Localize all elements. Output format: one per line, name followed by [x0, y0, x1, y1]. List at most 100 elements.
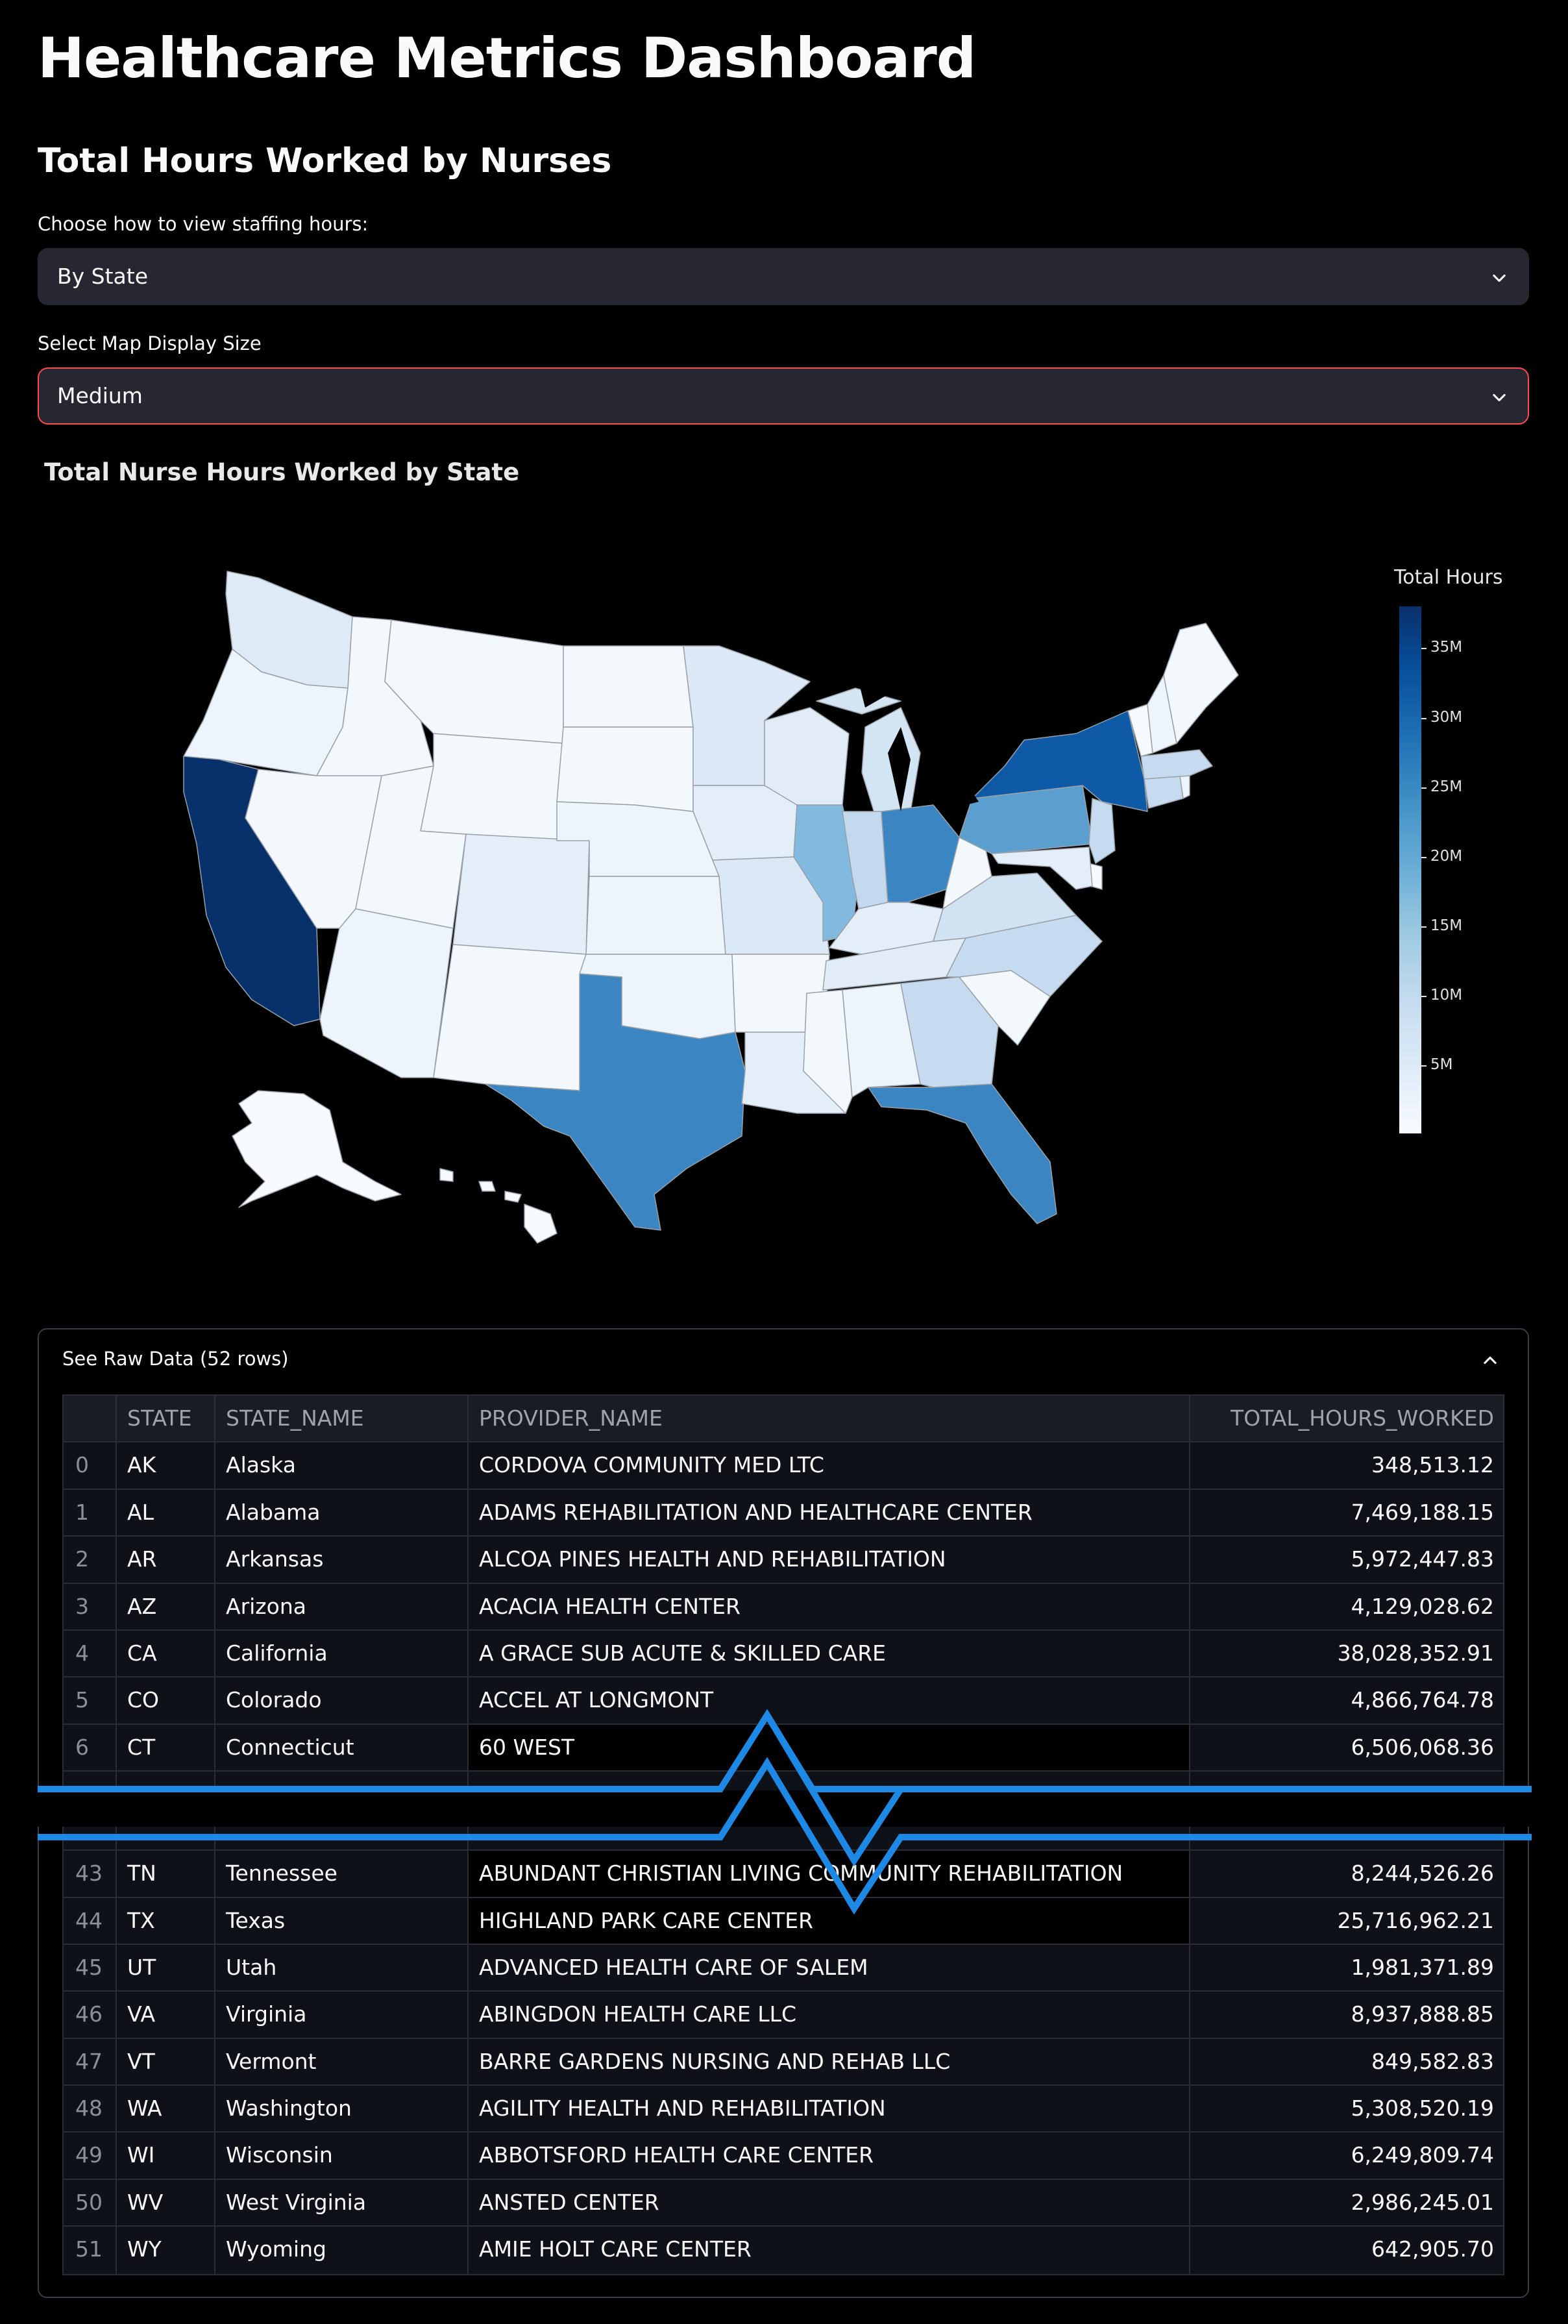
cell-state-name[interactable]: Wyoming: [215, 2227, 469, 2274]
row-index: 51: [64, 2227, 117, 2274]
cell-state[interactable]: AZ: [117, 1583, 215, 1629]
row-index: 1: [64, 1489, 117, 1536]
state-AK: [232, 1090, 402, 1208]
cell-state-name[interactable]: Wisconsin: [215, 2132, 469, 2179]
state-CO: [452, 834, 590, 955]
cell-state[interactable]: AK: [117, 1442, 215, 1489]
cell-provider-name[interactable]: A GRACE SUB ACUTE & SKILLED CARE: [469, 1630, 1190, 1677]
cell-state[interactable]: WY: [117, 2227, 215, 2274]
table-row[interactable]: 2 AR Arkansas ALCOA PINES HEALTH AND REH…: [64, 1537, 1503, 1584]
colorbar-tick: 35M: [1421, 639, 1463, 656]
row-index: 48: [64, 2086, 117, 2132]
cell-state[interactable]: VA: [117, 1992, 215, 2038]
size-select-label: Select Map Display Size: [38, 332, 262, 354]
colorbar: [1399, 606, 1421, 1133]
row-index: 4: [64, 1630, 117, 1677]
cell-total-hours[interactable]: 5,308,520.19: [1190, 2086, 1503, 2131]
cell-provider-name[interactable]: ADVANCED HEALTH CARE OF SALEM: [469, 1944, 1190, 1991]
cell-provider-name[interactable]: AMIE HOLT CARE CENTER: [469, 2227, 1190, 2274]
col-header-state[interactable]: STATE: [117, 1396, 215, 1442]
cell-state-name[interactable]: West Virginia: [215, 2179, 469, 2226]
cell-state-name[interactable]: Utah: [215, 1944, 469, 1991]
chevron-up-icon[interactable]: [1481, 1352, 1499, 1370]
colorbar-tick: 20M: [1421, 848, 1463, 865]
table-row[interactable]: 1 AL Alabama ADAMS REHABILITATION AND HE…: [64, 1489, 1503, 1537]
size-select[interactable]: Medium: [38, 367, 1529, 425]
state-WY: [420, 733, 564, 841]
cell-state-name[interactable]: Vermont: [215, 2038, 469, 2085]
row-index: 47: [64, 2038, 117, 2085]
table-row[interactable]: 0 AK Alaska CORDOVA COMMUNITY MED LTC 34…: [64, 1442, 1503, 1490]
colorbar-tick: 30M: [1421, 709, 1463, 726]
row-index: 46: [64, 1992, 117, 2038]
cell-provider-name[interactable]: BARRE GARDENS NURSING AND REHAB LLC: [469, 2038, 1190, 2085]
table-row[interactable]: 51 WY Wyoming AMIE HOLT CARE CENTER 642,…: [64, 2227, 1503, 2274]
state-ME: [1163, 623, 1239, 744]
table-row[interactable]: 49 WI Wisconsin ABBOTSFORD HEALTH CARE C…: [64, 2132, 1503, 2180]
view-select-label: Choose how to view staffing hours:: [38, 213, 369, 235]
cell-total-hours[interactable]: 38,028,352.91: [1190, 1631, 1503, 1676]
cell-total-hours[interactable]: 1,981,371.89: [1190, 1945, 1503, 1990]
cell-state[interactable]: WI: [117, 2132, 215, 2179]
col-header-total-hours[interactable]: TOTAL_HOURS_WORKED: [1190, 1396, 1503, 1442]
cell-provider-name[interactable]: ANSTED CENTER: [469, 2179, 1190, 2226]
cell-total-hours[interactable]: 8,937,888.85: [1190, 1992, 1503, 2037]
cell-state[interactable]: UT: [117, 1944, 215, 1991]
colorbar-tick: 10M: [1421, 987, 1463, 1004]
table-row[interactable]: 45 UT Utah ADVANCED HEALTH CARE OF SALEM…: [64, 1944, 1503, 1992]
cell-provider-name[interactable]: ACACIA HEALTH CENTER: [469, 1583, 1190, 1629]
table-row[interactable]: 4 CA California A GRACE SUB ACUTE & SKIL…: [64, 1630, 1503, 1678]
cell-state-name[interactable]: Arizona: [215, 1583, 469, 1629]
table-row[interactable]: 50 WV West Virginia ANSTED CENTER 2,986,…: [64, 2179, 1503, 2227]
cell-total-hours[interactable]: 849,582.83: [1190, 2039, 1503, 2084]
cell-state-name[interactable]: Arkansas: [215, 1537, 469, 1583]
cell-state[interactable]: WV: [117, 2179, 215, 2226]
state-FL: [868, 1083, 1057, 1224]
table-row[interactable]: 47 VT Vermont BARRE GARDENS NURSING AND …: [64, 2038, 1503, 2086]
cell-state[interactable]: WA: [117, 2086, 215, 2132]
col-header-index[interactable]: [64, 1396, 117, 1442]
page-title: Healthcare Metrics Dashboard: [38, 26, 976, 91]
cell-state-name[interactable]: Alaska: [215, 1442, 469, 1489]
us-choropleth-map[interactable]: [38, 513, 1401, 1266]
cell-provider-name[interactable]: ABBOTSFORD HEALTH CARE CENTER: [469, 2132, 1190, 2179]
row-index: 45: [64, 1944, 117, 1991]
cell-provider-name[interactable]: ALCOA PINES HEALTH AND REHABILITATION: [469, 1537, 1190, 1583]
cell-provider-name[interactable]: ABINGDON HEALTH CARE LLC: [469, 1992, 1190, 2038]
table-row[interactable]: 3 AZ Arizona ACACIA HEALTH CENTER 4,129,…: [64, 1583, 1503, 1631]
col-header-state-name[interactable]: STATE_NAME: [215, 1396, 469, 1442]
legend-title: Total Hours: [1394, 566, 1503, 589]
state-NJ: [1088, 798, 1116, 864]
cell-state-name[interactable]: Alabama: [215, 1489, 469, 1536]
cell-total-hours[interactable]: 4,129,028.62: [1190, 1584, 1503, 1629]
cell-total-hours[interactable]: 2,986,245.01: [1190, 2180, 1503, 2225]
cell-total-hours[interactable]: 348,513.12: [1190, 1442, 1503, 1488]
cell-state[interactable]: CA: [117, 1630, 215, 1677]
cell-state[interactable]: AR: [117, 1537, 215, 1583]
expander-label[interactable]: See Raw Data (52 rows): [62, 1348, 289, 1370]
colorbar-tick: 25M: [1421, 778, 1463, 795]
cell-provider-name[interactable]: AGILITY HEALTH AND REHABILITATION: [469, 2086, 1190, 2132]
table-row[interactable]: 46 VA Virginia ABINGDON HEALTH CARE LLC …: [64, 1992, 1503, 2039]
cell-total-hours[interactable]: 5,972,447.83: [1190, 1537, 1503, 1582]
cell-state-name[interactable]: Washington: [215, 2086, 469, 2132]
cell-total-hours[interactable]: 642,905.70: [1190, 2227, 1503, 2273]
view-select[interactable]: By State: [38, 248, 1529, 305]
chevron-down-icon: [1493, 274, 1506, 282]
colorbar-tick: 5M: [1421, 1056, 1453, 1073]
cell-state-name[interactable]: California: [215, 1630, 469, 1677]
cell-state-name[interactable]: Virginia: [215, 1992, 469, 2038]
cell-total-hours[interactable]: 6,249,809.74: [1190, 2132, 1503, 2178]
cell-provider-name[interactable]: ADAMS REHABILITATION AND HEALTHCARE CENT…: [469, 1489, 1190, 1536]
cell-state[interactable]: AL: [117, 1489, 215, 1536]
table-row[interactable]: 48 WA Washington AGILITY HEALTH AND REHA…: [64, 2086, 1503, 2133]
cell-provider-name[interactable]: CORDOVA COMMUNITY MED LTC: [469, 1442, 1190, 1489]
cell-state[interactable]: VT: [117, 2038, 215, 2085]
row-index: 49: [64, 2132, 117, 2179]
colorbar-tick: 15M: [1421, 917, 1463, 934]
section-subtitle: Total Hours Worked by Nurses: [38, 142, 612, 180]
cell-total-hours[interactable]: 7,469,188.15: [1190, 1490, 1503, 1535]
col-header-provider-name[interactable]: PROVIDER_NAME: [469, 1396, 1190, 1442]
size-select-value: Medium: [57, 383, 143, 408]
state-SD: [556, 726, 694, 812]
